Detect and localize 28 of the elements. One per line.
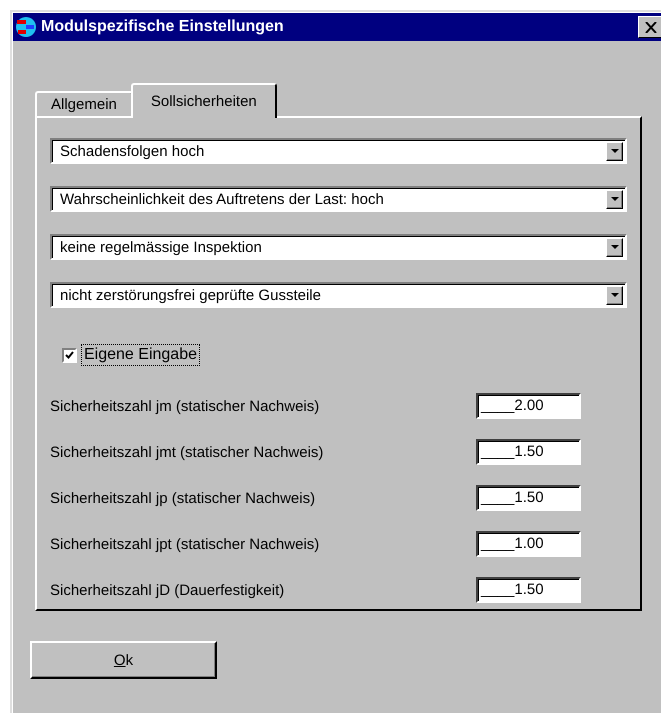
tab[interactable]: Sollsicherheiten: [130, 83, 277, 118]
close-button[interactable]: [638, 16, 661, 38]
close-icon[interactable]: [645, 22, 657, 32]
checkbox-label[interactable]: Eigene Eingabe: [81, 344, 200, 366]
checkmark-icon[interactable]: [65, 351, 74, 359]
input-field[interactable]: ____2.00: [476, 393, 581, 419]
dropdown[interactable]: nicht zerstörungsfrei geprüfte Gussteile: [50, 282, 627, 308]
ok-button[interactable]: Ok: [30, 641, 217, 679]
checkbox[interactable]: [62, 348, 77, 362]
input-field[interactable]: ____1.50: [476, 439, 581, 465]
dropdown-arrow-icon[interactable]: [610, 197, 618, 201]
dropdown-arrow-icon[interactable]: [610, 245, 618, 249]
dropdown-arrow-icon[interactable]: [610, 149, 618, 153]
tab[interactable]: Allgemein: [35, 91, 133, 116]
factor-label: Sicherheitszahl jpt (statischer Nachweis): [50, 536, 320, 552]
input-field[interactable]: ____1.00: [476, 531, 581, 557]
window-title: Modulspezifische Einstellungen: [41, 18, 285, 36]
dropdown[interactable]: Schadensfolgen hoch: [50, 138, 627, 164]
factor-label: Sicherheitszahl jmt (statischer Nachweis): [50, 444, 324, 460]
dropdown-arrow-icon[interactable]: [610, 293, 618, 297]
app-globe-icon: [15, 16, 37, 38]
factor-label: Sicherheitszahl jD (Dauerfestigkeit): [50, 582, 284, 598]
dropdown[interactable]: keine regelmässige Inspektion: [50, 234, 627, 260]
input-field[interactable]: ____1.50: [476, 485, 581, 511]
factor-label: Sicherheitszahl jm (statischer Nachweis): [50, 398, 320, 414]
dropdown[interactable]: Wahrscheinlichkeit des Auftretens der Last: hoch: [50, 186, 627, 212]
input-field[interactable]: ____1.50: [476, 577, 581, 603]
factor-label: Sicherheitszahl jp (statischer Nachweis): [50, 490, 316, 506]
